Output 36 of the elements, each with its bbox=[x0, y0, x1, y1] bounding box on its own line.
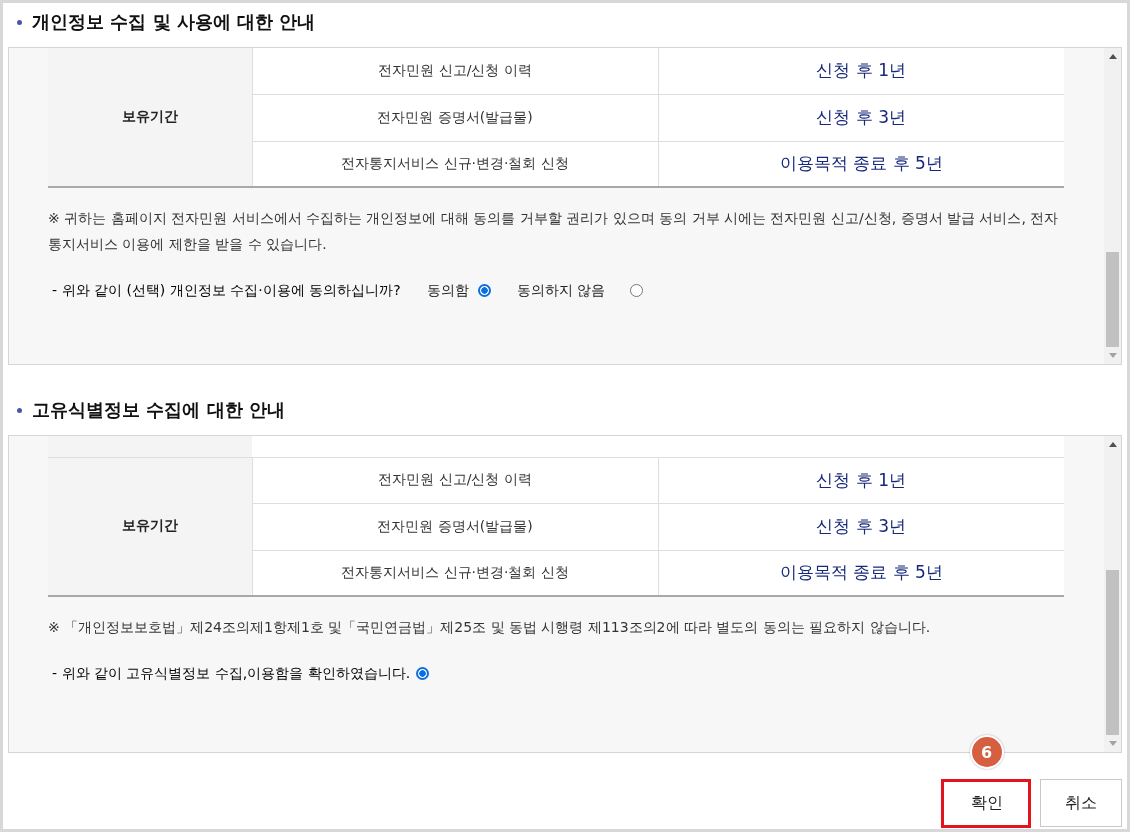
note-text: ※ 귀하는 홈페이지 전자민원 서비스에서 수집하는 개인정보에 대해 동의를 거부할 권리가 있으며 동의 거부 시에는 전자민원 신고/신청, 증명서 발급 서비스, 전자통지서비스 이용에 제한을 받을 수 있습니다. bbox=[48, 209, 1060, 254]
dialog-button[interactable]: 취소 bbox=[1040, 779, 1122, 827]
table-cell: 전자민원 신고/신청 이력 bbox=[252, 457, 658, 503]
arrow-down-icon[interactable] bbox=[1108, 353, 1117, 358]
question-text: - 위와 같이 (선택) 개인정보 수집·이용에 동의하십니까? bbox=[52, 281, 401, 300]
table-cell: 전자민원 신고/신청 이력 bbox=[252, 48, 658, 94]
table-cell: 전자통지서비스 신규·변경·철회 신청 bbox=[252, 550, 658, 596]
option-label[interactable]: 동의하지 않음 bbox=[516, 277, 605, 303]
table-cell: 전자민원 증명서(발급물) bbox=[252, 94, 658, 141]
arrow-down-icon[interactable] bbox=[1108, 741, 1117, 746]
scrollbar[interactable] bbox=[1104, 48, 1121, 364]
section-title: 고유식별정보 수집에 대한 안내 bbox=[32, 398, 285, 422]
scrollbar-thumb[interactable] bbox=[1106, 252, 1119, 347]
table-cell: 신청 후 1년 bbox=[658, 457, 1064, 503]
note-text: ※ 「개인정보보호법」제24조의제1항제1호 및「국민연금법」제25조 및 동법 시행령 제113조의2에 따라 별도의 동의는 필요하지 않습니다. bbox=[48, 618, 932, 637]
scrollbar[interactable] bbox=[1104, 436, 1121, 752]
option-label[interactable]: 동의함 bbox=[426, 277, 469, 303]
header-cell: 보유기간 bbox=[48, 48, 252, 187]
table-cell: 이용목적 종료 후 5년 bbox=[658, 550, 1064, 596]
section-title: 개인정보 수집 및 사용에 대한 안내 bbox=[32, 10, 316, 34]
table-cell: 신청 후 3년 bbox=[658, 94, 1064, 141]
radio-button[interactable] bbox=[630, 283, 643, 297]
radio-button[interactable] bbox=[477, 283, 491, 297]
question-text: - 위와 같이 고유식별정보 수집,이용함을 확인하였습니다. bbox=[52, 664, 411, 683]
table-cell: 전자민원 증명서(발급물) bbox=[252, 503, 658, 550]
scrollbar-thumb[interactable] bbox=[1106, 570, 1119, 735]
bullet-icon bbox=[17, 19, 22, 25]
table-cell: 전자통지서비스 신규·변경·철회 신청 bbox=[252, 141, 658, 187]
table-cell: 신청 후 3년 bbox=[658, 503, 1064, 550]
table-cell: 이용목적 종료 후 5년 bbox=[658, 141, 1064, 187]
bullet-icon bbox=[17, 407, 22, 413]
header-cell: 보유기간 bbox=[48, 457, 252, 596]
radio-button[interactable] bbox=[416, 666, 430, 680]
arrow-up-icon[interactable] bbox=[1108, 442, 1117, 447]
arrow-up-icon[interactable] bbox=[1108, 54, 1117, 59]
table-cell: 신청 후 1년 bbox=[658, 48, 1064, 94]
